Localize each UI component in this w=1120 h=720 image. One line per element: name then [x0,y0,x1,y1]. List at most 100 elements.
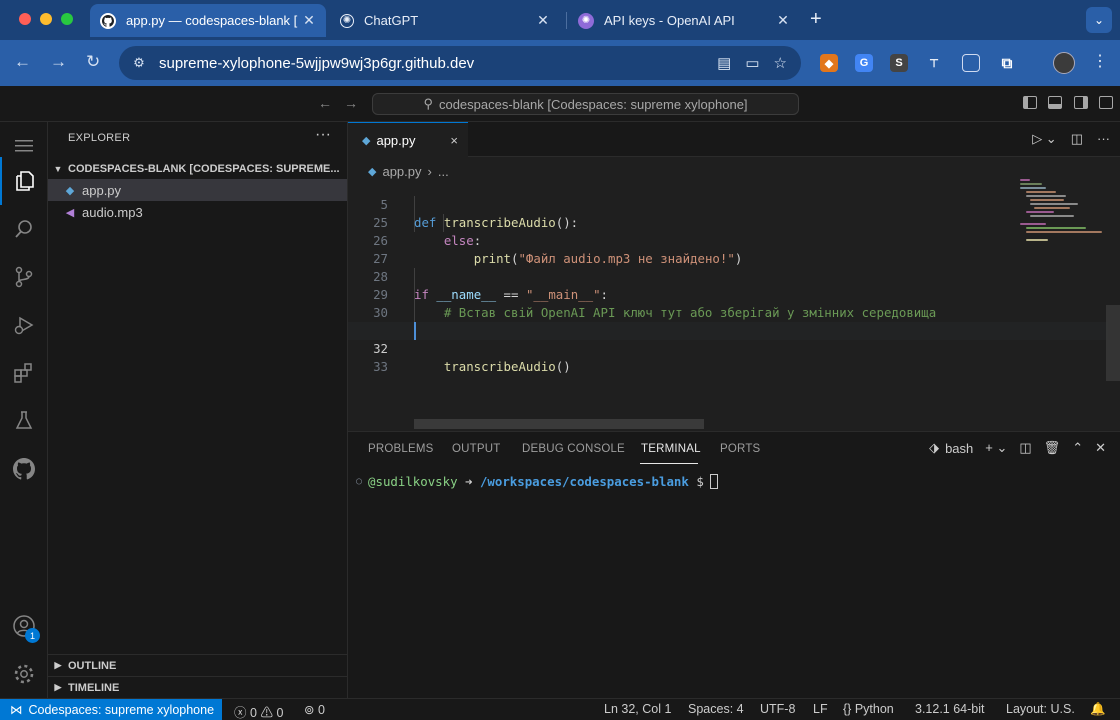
tab-problems[interactable]: PROBLEMS [368,443,434,455]
toggle-secondary-sidebar-icon[interactable] [1074,96,1088,109]
close-window-button[interactable] [19,13,31,25]
browser-tab-chatgpt[interactable]: ✺ ChatGPT ✕ [330,4,560,37]
new-tab-button[interactable]: + [810,9,822,29]
accounts-icon[interactable]: 1 [0,602,48,650]
browser-tab-openai-api-keys[interactable]: ✺ API keys - OpenAI API ✕ [568,4,800,37]
s-extension-icon[interactable]: S [890,54,908,72]
clipboard-icon[interactable]: ▤ [717,54,731,72]
audio-file-icon: ◀ [65,206,75,219]
more-actions-icon[interactable]: ··· [1097,131,1110,147]
text-extension-icon[interactable]: ⊤ [925,54,943,72]
openai-icon: ✺ [340,13,354,28]
close-tab-icon[interactable]: ✕ [300,12,318,29]
cursor-position[interactable]: Ln 32, Col 1 [604,702,671,716]
tab-terminal[interactable]: TERMINAL [641,443,701,455]
split-terminal-icon[interactable]: ◫ [1019,440,1031,456]
minimize-window-button[interactable] [40,13,52,25]
terminal-icon: ⬗ [929,440,940,455]
shell-name: bash [945,440,974,456]
terminal-profile[interactable]: ⬗ bash [929,440,973,456]
encoding-status[interactable]: UTF-8 [760,702,795,716]
toggle-primary-sidebar-icon[interactable] [1023,96,1037,109]
language-mode[interactable]: {} Python [843,702,894,716]
tab-output[interactable]: OUTPUT [452,443,500,455]
file-item-app-py[interactable]: ◆ app.py [48,179,347,201]
maximize-panel-icon[interactable]: ⌃ [1072,440,1083,456]
close-tab-icon[interactable]: ✕ [774,12,792,29]
browser-tab-title: ChatGPT [364,13,419,28]
code-editor[interactable]: ◆ app.py › ... 5 def transcribeAudio(): … [348,157,1120,431]
forward-icon[interactable]: → [50,52,67,72]
file-name: app.py [82,182,122,198]
editor-tab-app-py[interactable]: ◆ app.py × [348,122,468,157]
horizontal-scrollbar[interactable] [414,419,704,429]
browser-menu-icon[interactable]: ⋮ [1092,53,1108,71]
remote-indicator[interactable]: ⋈ Codespaces: supreme xylophone [0,699,222,720]
extensions-puzzle-icon[interactable]: ⧉ [998,54,1016,72]
toggle-panel-icon[interactable] [1048,96,1062,109]
explorer-more-actions-icon[interactable]: ··· [315,126,331,144]
terminal-prompt[interactable]: ○ @sudilkovsky ➜ /workspaces/codespaces-… [356,474,718,489]
explorer-icon[interactable] [0,157,48,205]
install-app-icon[interactable]: ▭ [745,54,759,72]
workspace-folder[interactable]: ▼ CODESPACES-BLANK [CODESPACES: SUPREME.… [48,158,347,180]
file-item-audio-mp3[interactable]: ◀ audio.mp3 [48,201,347,223]
code-line: 28 if __name__ == "__main__": [373,269,609,302]
problems-status[interactable]: ⓧ 0 ⚠ 0 [234,702,283,720]
go-forward-icon[interactable]: → [344,95,358,111]
kill-terminal-icon[interactable]: 🗑 [1044,440,1061,456]
minimap[interactable] [1016,177,1106,247]
eol-status[interactable]: LF [813,702,828,716]
go-back-icon[interactable]: ← [318,95,332,111]
timeline-section[interactable]: ▶ TIMELINE [48,676,347,698]
site-info-icon[interactable]: ⚙ [131,55,147,71]
run-python-icon[interactable]: ▷ ⌄ [1032,131,1057,147]
close-panel-icon[interactable]: ✕ [1095,440,1106,456]
back-icon[interactable]: ← [14,52,31,72]
extensions-icon[interactable] [0,349,48,397]
vertical-scrollbar[interactable] [1106,305,1120,381]
chevron-down-icon: ▼ [53,164,63,174]
command-center[interactable]: ⚲ codespaces-blank [Codespaces: supreme … [372,93,799,115]
status-bar: ⋈ Codespaces: supreme xylophone ⓧ 0 ⚠ 0 … [0,698,1120,720]
url-text[interactable]: supreme-xylophone-5wjjpw9wj3p6gr.github.… [159,55,717,72]
tab-search-icon[interactable]: ⌄ [1086,7,1112,33]
breadcrumb-symbol[interactable]: ... [438,164,449,179]
python-interpreter[interactable]: 3.12.1 64-bit [915,702,985,716]
braces-icon: {} [843,702,852,716]
accounts-badge: 1 [25,628,40,643]
split-editor-icon[interactable]: ◫ [1071,131,1083,147]
testing-icon[interactable] [0,397,48,445]
tab-ports[interactable]: PORTS [720,443,760,455]
ports-status[interactable]: ⊚ 0 [304,702,325,717]
github-icon[interactable] [0,445,48,493]
new-terminal-icon[interactable]: + ⌄ [985,440,1007,456]
outline-section[interactable]: ▶ OUTLINE [48,654,347,676]
customize-layout-icon[interactable] [1099,96,1113,109]
search-icon[interactable] [0,205,48,253]
close-editor-icon[interactable]: × [450,133,458,148]
terminal-cursor [709,474,718,489]
terminal-arrow: ➜ [465,474,473,489]
reload-icon[interactable]: ↻ [86,52,100,72]
metamask-extension-icon[interactable]: ◆ [820,54,838,72]
settings-gear-icon[interactable] [0,650,48,698]
screen-capture-extension-icon[interactable] [962,54,980,72]
keyboard-layout[interactable]: Layout: U.S. [1006,702,1075,716]
indentation-status[interactable]: Spaces: 4 [688,702,744,716]
prompt-status-icon: ○ [356,476,363,487]
source-control-icon[interactable] [0,253,48,301]
text-cursor [414,322,416,340]
run-and-debug-icon[interactable] [0,301,48,349]
breadcrumb-file[interactable]: app.py [382,164,421,179]
google-translate-extension-icon[interactable]: G [855,54,873,72]
close-tab-icon[interactable]: ✕ [534,12,552,29]
tab-debug-console[interactable]: DEBUG CONSOLE [522,443,625,455]
profile-avatar[interactable] [1053,52,1075,74]
explorer-sidebar: EXPLORER ··· ▼ CODESPACES-BLANK [CODESPA… [48,122,348,698]
notifications-bell-icon[interactable]: 🔔 [1090,702,1106,717]
browser-tab-vscode[interactable]: app.py — codespaces-blank [ ✕ [90,4,326,37]
bookmark-star-icon[interactable]: ☆ [774,54,787,72]
maximize-window-button[interactable] [61,13,73,25]
address-bar[interactable]: ⚙ supreme-xylophone-5wjjpw9wj3p6gr.githu… [119,46,801,80]
